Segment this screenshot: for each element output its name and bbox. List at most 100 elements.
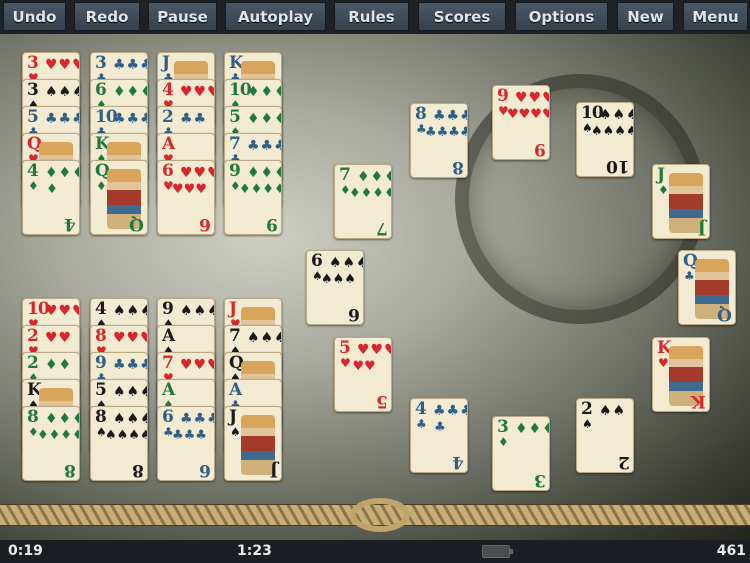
card-rank: 7 [162, 353, 174, 373]
spades-pips-icon: ♠♠♠ [599, 107, 633, 123]
card-8-of-clubs[interactable]: 8♣♣♣♣♣♣♣♣♣8 [410, 103, 468, 178]
card-4-of-clubs[interactable]: 4♣♣♣♣♣4 [410, 398, 468, 473]
card-4-of-diamonds[interactable]: 4♦♦♦♦♦4 [22, 160, 80, 235]
diamonds-pips-icon: ♦ [46, 182, 58, 197]
card-rank: 2 [27, 353, 39, 373]
card-Q-of-diamonds[interactable]: Q ♦ Q [90, 160, 148, 235]
diamonds-pips-icon: ♦♦♦♦ [349, 186, 392, 201]
clubs-pips-icon: ♣♣♣ [247, 138, 281, 154]
diamonds-pips-icon: ♦♦♦♦♦♦ [239, 182, 281, 197]
spades-pips-icon: ♠♠♠♠♠ [105, 428, 147, 443]
card-6-of-clubs[interactable]: 6♣♣♣♣♣♣♣6 [157, 406, 215, 481]
spades-pips-icon: ♠♠ [599, 403, 627, 419]
scores-button[interactable]: Scores [418, 2, 506, 31]
card-9-of-diamonds[interactable]: 9♦♦♦♦♦♦♦♦♦♦9 [224, 160, 282, 235]
spades-pips-icon: ♠♠♠ [113, 384, 147, 400]
clock: 1:23 [237, 543, 272, 559]
clubs-pips-icon: ♣♣♣ [433, 403, 467, 419]
card-J-of-diamonds[interactable]: J ♦ J [652, 164, 710, 239]
card-5-of-hearts[interactable]: 5♥♥♥♥♥♥5 [334, 337, 392, 412]
clubs-pips-icon: ♣♣♣ [113, 357, 147, 373]
spades-pips-icon: ♠♠♠ [329, 255, 363, 271]
redo-button[interactable]: Redo [74, 2, 140, 31]
card-rank-inverted: 3 [534, 470, 546, 490]
card-rank-inverted: 8 [452, 157, 464, 177]
card-rank-inverted: Q [717, 304, 732, 324]
spades-pips-icon: ♠♠♠ [113, 411, 147, 427]
diamonds-pips-icon: ♦♦ [45, 357, 73, 373]
hearts-pips-icon: ♥♥♥ [45, 303, 79, 319]
card-rank: 5 [27, 107, 39, 127]
card-2-of-spades[interactable]: 2 ♠ ♠♠ 2 [576, 398, 634, 473]
card-rank: 3 [95, 53, 107, 73]
card-rank: J [657, 165, 665, 185]
card-rank: 7 [339, 165, 351, 185]
card-rank: 6 [162, 161, 174, 181]
card-rank-inverted: 6 [348, 304, 360, 324]
card-6-of-spades[interactable]: 6♠♠♠♠♠♠♠6 [306, 250, 364, 325]
diamonds-pips-icon: ♦♦♦ [357, 169, 391, 185]
card-J-of-spades[interactable]: J ♠ J [224, 406, 282, 481]
card-rank-inverted: 10 [606, 156, 630, 176]
diamonds-icon: ♦ [658, 183, 669, 197]
hearts-pips-icon: ♥♥♥ [172, 182, 207, 197]
card-rank: 2 [27, 326, 39, 346]
clubs-pips-icon: ♣♣♣ [113, 57, 147, 73]
hearts-pips-icon: ♥♥♥ [357, 342, 391, 358]
card-rank: 9 [497, 86, 509, 106]
hearts-pips-icon: ♥♥♥ [515, 90, 549, 106]
clubs-pips-icon: ♣♣ [180, 111, 208, 127]
card-K-of-hearts[interactable]: K ♥ K [652, 337, 710, 412]
spades-icon: ♠ [582, 417, 593, 431]
card-rank-inverted: 8 [64, 460, 76, 480]
spades-pips-icon: ♠♠♠ [113, 303, 147, 319]
card-3-of-diamonds[interactable]: 3♦♦♦♦3 [492, 416, 550, 491]
card-8-of-diamonds[interactable]: 8♦♦♦♦♦♦♦♦♦8 [22, 406, 80, 481]
status-bar: 0:19 1:23 461 [0, 540, 750, 563]
hearts-icon: ♥ [658, 356, 669, 370]
spades-pips-icon: ♠♠♠ [180, 303, 214, 319]
card-rank: 6 [95, 80, 107, 100]
card-rank: 3 [27, 53, 39, 73]
card-10-of-spades[interactable]: 10♠♠♠♠♠♠♠♠♠♠10 [576, 102, 634, 177]
options-button[interactable]: Options [515, 2, 608, 31]
hearts-pips-icon: ♥♥ [352, 359, 376, 374]
card-rank: A [162, 380, 175, 400]
card-rank: 8 [95, 326, 107, 346]
card-Q-of-clubs[interactable]: Q ♣ Q [678, 250, 736, 325]
card-9-of-hearts[interactable]: 9♥♥♥♥♥♥♥♥♥♥9 [492, 85, 550, 160]
card-rank: 5 [95, 380, 107, 400]
clubs-pips-icon: ♣♣♣ [172, 428, 207, 443]
spades-pips-icon: ♠♠♠ [321, 272, 356, 287]
card-rank: A [229, 380, 242, 400]
menu-button[interactable]: Menu [683, 2, 748, 31]
diamonds-pips-icon: ♦♦♦ [247, 84, 281, 100]
clubs-icon: ♣ [684, 269, 695, 283]
card-rank: 8 [27, 407, 39, 427]
card-7-of-diamonds[interactable]: 7♦♦♦♦♦♦♦♦7 [334, 164, 392, 239]
card-rank: 4 [27, 161, 39, 181]
clubs-pips-icon: ♣♣♣♣♣ [425, 125, 467, 140]
card-rank-inverted: 9 [266, 214, 278, 234]
undo-button[interactable]: Undo [3, 2, 66, 31]
card-rank: 9 [162, 299, 174, 319]
card-rank-inverted: 7 [376, 218, 388, 238]
diamonds-pips-icon: ♦♦♦ [113, 84, 147, 100]
diamonds-pips-icon: ♦♦♦ [45, 411, 79, 427]
pause-button[interactable]: Pause [148, 2, 217, 31]
card-rank: 7 [229, 326, 241, 346]
hearts-pips-icon: ♥♥♥ [180, 84, 214, 100]
autoplay-button[interactable]: Autoplay [225, 2, 326, 31]
diamonds-pips-icon: ♦♦♦♦♦ [37, 428, 79, 443]
new-game-button[interactable]: New [617, 2, 674, 31]
card-rank: 3 [27, 80, 39, 100]
card-6-of-hearts[interactable]: 6♥♥♥♥♥♥♥6 [157, 160, 215, 235]
card-8-of-spades[interactable]: 8♠♠♠♠♠♠♠♠♠8 [90, 406, 148, 481]
card-rank-inverted: 9 [534, 139, 546, 159]
diamonds-pips-icon: ♦♦♦ [515, 421, 549, 437]
hearts-pips-icon: ♥♥♥ [113, 330, 147, 346]
rules-button[interactable]: Rules [334, 2, 409, 31]
card-rank: 6 [162, 407, 174, 427]
card-rank: J [229, 407, 237, 427]
card-rank: J [162, 53, 170, 73]
